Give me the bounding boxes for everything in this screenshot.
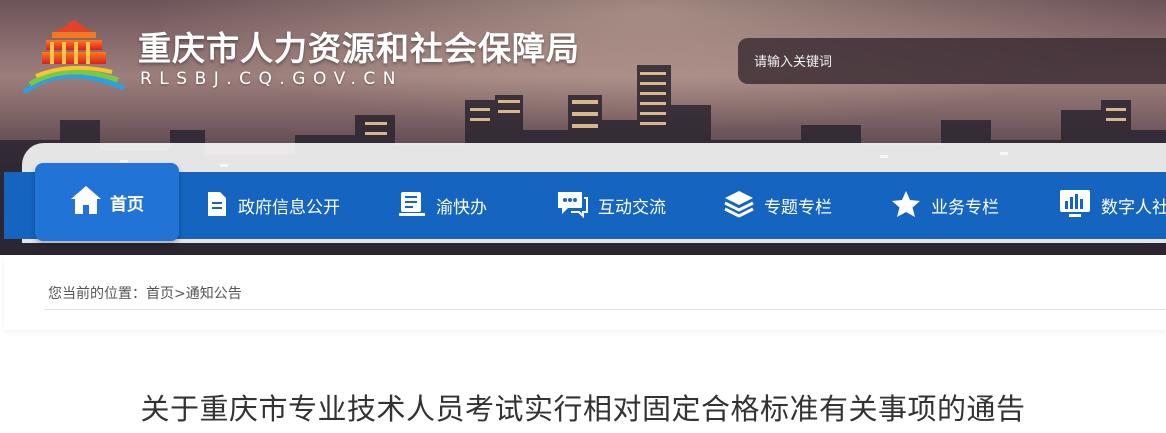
bureau-logo-icon [22, 20, 125, 94]
nav-item-gov-info[interactable]: 政府信息公开 [206, 172, 340, 239]
site-title: 重庆市人力资源和社会保障局 [138, 29, 580, 68]
document-icon [206, 191, 228, 221]
nav-item-label: 数字人社 [1101, 198, 1166, 218]
nav-item-home[interactable]: 首页 [35, 163, 179, 241]
nav-item-special-topics[interactable]: 专题专栏 [724, 172, 832, 239]
search-input[interactable] [752, 38, 1156, 86]
nav-item-label: 渝快办 [436, 198, 487, 218]
chart-monitor-icon [1059, 189, 1091, 223]
breadcrumb-current-link[interactable]: 通知公告 [186, 286, 242, 302]
nav-item-interaction[interactable]: 互动交流 [556, 172, 666, 239]
breadcrumb-home-link[interactable]: 首页 [146, 286, 174, 302]
nav-item-label: 业务专栏 [931, 198, 999, 218]
chat-icon [556, 190, 588, 222]
nav-item-label: 政府信息公开 [238, 198, 340, 218]
nav-item-digital-hrss[interactable]: 数字人社 [1059, 172, 1166, 239]
nav-item-business[interactable]: 业务专栏 [891, 172, 999, 239]
book-icon [398, 191, 426, 221]
site-domain: RLSBJ.CQ.GOV.CN [140, 69, 403, 89]
layers-icon [724, 190, 754, 222]
nav-item-label: 专题专栏 [764, 198, 832, 218]
article-title: 关于重庆市专业技术人员考试实行相对固定合格标准有关事项的通告 [140, 392, 1026, 426]
search-box [738, 38, 1166, 86]
nav-item-yukuaiban[interactable]: 渝快办 [398, 172, 487, 239]
breadcrumb-prefix: 您当前的位置： [48, 286, 146, 302]
breadcrumb: 您当前的位置：首页>通知公告 [48, 283, 242, 303]
home-icon [70, 185, 102, 219]
star-icon [891, 190, 921, 222]
breadcrumb-separator: > [174, 286, 186, 302]
nav-item-label: 互动交流 [598, 198, 666, 218]
nav-item-label: 首页 [110, 194, 144, 215]
breadcrumb-divider [44, 309, 1166, 310]
